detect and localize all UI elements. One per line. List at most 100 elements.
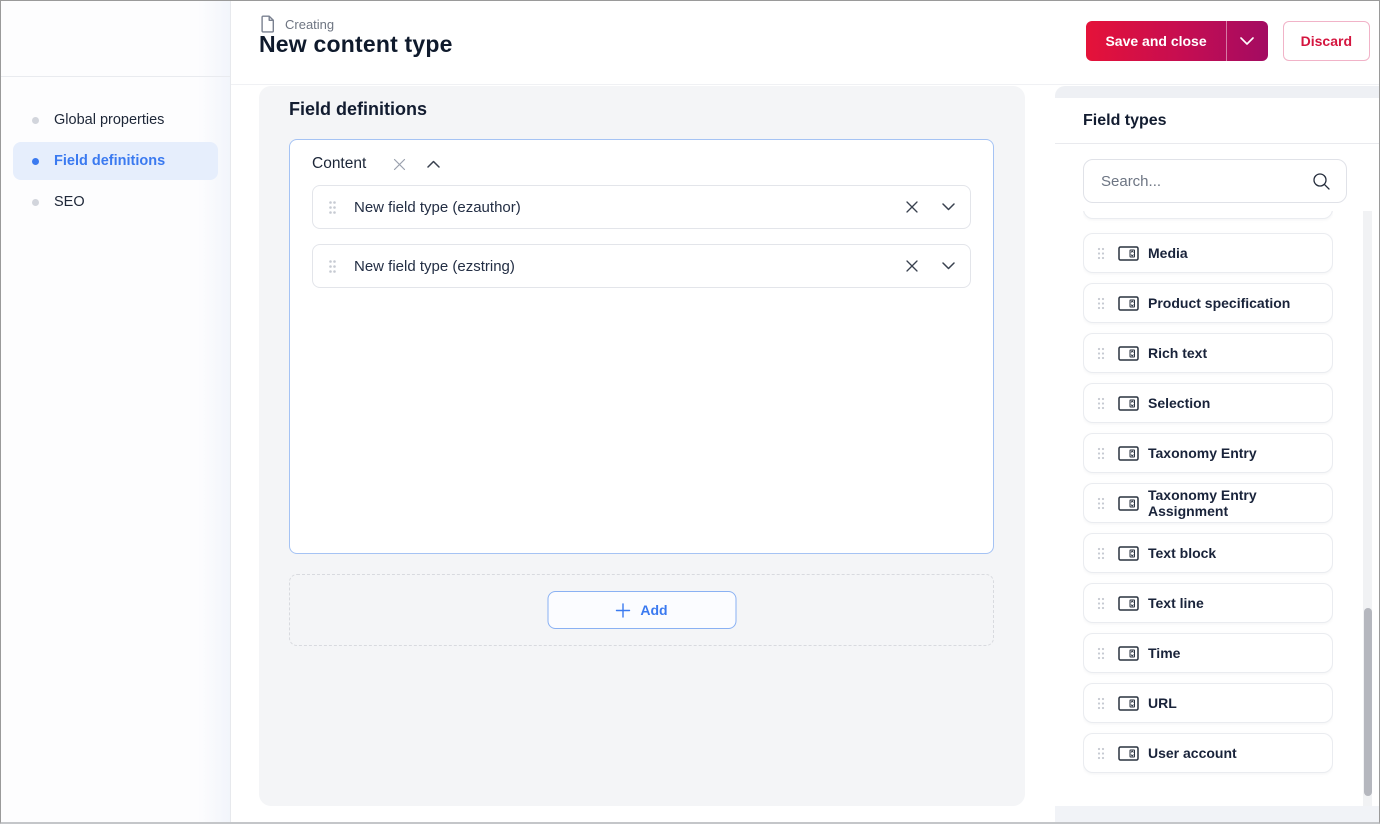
field-type-icon (1118, 595, 1139, 612)
field-type-label: URL (1148, 695, 1177, 711)
remove-group-button[interactable] (392, 157, 407, 172)
close-icon (906, 260, 918, 272)
drag-handle[interactable] (1097, 597, 1105, 610)
breadcrumb-label: Creating (285, 16, 335, 32)
add-button[interactable]: Add (547, 591, 736, 629)
discard-button[interactable]: Discard (1282, 21, 1370, 61)
sidebar-nav-item-label: Field definitions (54, 153, 166, 169)
drag-handle[interactable] (1097, 397, 1105, 410)
search-box (1083, 159, 1347, 203)
field-type-icon (1118, 295, 1139, 312)
drag-handle[interactable] (328, 200, 337, 215)
save-and-close-button[interactable]: Save and close (1086, 21, 1268, 61)
page-title: New content type (259, 31, 453, 57)
search-icon (1312, 172, 1331, 191)
group-name-label: Content (312, 155, 367, 172)
drag-handle-icon (1097, 397, 1105, 409)
field-types-panel: Field types Search... Media Product spec… (1055, 86, 1379, 806)
field-type-label: Text line (1148, 595, 1204, 611)
drag-handle-icon (1097, 447, 1105, 459)
drag-handle-icon (1097, 497, 1105, 509)
collapse-group-button[interactable] (427, 160, 441, 168)
bullet-dot-icon (32, 116, 39, 124)
page-header: Creating New content type Save and close… (231, 1, 1379, 85)
field-type-item[interactable]: Media (1083, 233, 1333, 273)
save-options-dropdown[interactable] (1227, 21, 1268, 61)
drag-handle[interactable] (1097, 297, 1105, 310)
bullet-dot-icon (32, 198, 39, 206)
add-group-dropzone: Add (289, 574, 994, 646)
drag-handle-icon (329, 200, 336, 214)
field-type-icon (1118, 245, 1139, 262)
field-type-label: Time (1148, 645, 1181, 661)
field-definition-label: New field type (ezauthor) (354, 198, 521, 216)
sidebar-nav-item[interactable]: SEO (13, 183, 218, 221)
field-definitions-panel: Field definitions Content New field type… (259, 86, 1025, 806)
chevron-down-icon (942, 262, 955, 270)
drag-handle[interactable] (1097, 497, 1105, 510)
field-type-item[interactable]: Rich text (1083, 333, 1333, 373)
drag-handle[interactable] (1097, 547, 1105, 560)
field-type-item[interactable]: Text block (1083, 533, 1333, 573)
field-type-label: Taxonomy Entry Assignment (1148, 487, 1257, 519)
expand-field-button[interactable] (942, 203, 955, 211)
field-type-item[interactable]: Time (1083, 633, 1333, 673)
field-type-label: Selection (1148, 395, 1211, 411)
field-definition-row[interactable]: New field type (ezauthor) (312, 185, 971, 229)
chevron-down-icon (1240, 37, 1254, 45)
sidebar-nav-item-label: SEO (54, 194, 85, 210)
field-type-item[interactable]: User account (1083, 733, 1333, 773)
field-type-item[interactable]: Product specification (1083, 283, 1333, 323)
sidebar-nav-item[interactable]: Global properties (13, 101, 218, 139)
field-type-icon (1118, 745, 1139, 762)
field-definition-list: New field type (ezauthor) New field type… (290, 185, 993, 288)
field-type-item[interactable]: Text line (1083, 583, 1333, 623)
sidebar-nav: Global properties Field definitions SEO (1, 77, 230, 221)
field-definition-row[interactable]: New field type (ezstring) (312, 244, 971, 288)
field-type-label: Media (1148, 245, 1188, 261)
sidebar-nav-item[interactable]: Field definitions (13, 142, 218, 180)
field-type-item[interactable]: Taxonomy Entry (1083, 433, 1333, 473)
field-type-label: User account (1148, 745, 1237, 761)
field-definition-label: New field type (ezstring) (354, 257, 515, 275)
drag-handle-icon (1097, 697, 1105, 709)
field-types-title: Field types (1055, 98, 1379, 144)
drag-handle[interactable] (1097, 447, 1105, 460)
remove-field-button[interactable] (904, 199, 920, 215)
field-type-item[interactable]: Taxonomy Entry Assignment (1083, 483, 1333, 523)
field-type-icon (1118, 645, 1139, 662)
drag-handle-icon (1097, 297, 1105, 309)
field-type-item-partial[interactable] (1083, 211, 1333, 219)
bullet-dot-icon (32, 157, 39, 165)
drag-handle-icon (329, 259, 336, 273)
drag-handle-icon (1097, 597, 1105, 609)
app-window: Global properties Field definitions SEO (0, 0, 1380, 824)
header-actions: Save and close Discard (1086, 21, 1370, 61)
sidebar-nav-item-label: Global properties (54, 112, 165, 128)
scrollbar-track[interactable] (1363, 211, 1372, 806)
field-type-label: Taxonomy Entry (1148, 445, 1257, 461)
drag-handle[interactable] (1097, 747, 1105, 760)
field-type-label: Product specification (1148, 295, 1291, 311)
search-input[interactable] (1084, 172, 1312, 190)
drag-handle[interactable] (328, 259, 337, 274)
drag-handle[interactable] (1097, 247, 1105, 260)
field-type-item[interactable]: Selection (1083, 383, 1333, 423)
sidebar-header-area (1, 1, 230, 77)
field-type-icon (1118, 445, 1139, 462)
drag-handle[interactable] (1097, 697, 1105, 710)
chevron-down-icon (942, 203, 955, 211)
expand-field-button[interactable] (942, 262, 955, 270)
drag-handle[interactable] (1097, 647, 1105, 660)
field-definitions-title: Field definitions (289, 99, 427, 119)
field-type-icon (1118, 545, 1139, 562)
save-and-close-label[interactable]: Save and close (1086, 21, 1225, 61)
field-type-item[interactable]: URL (1083, 683, 1333, 723)
chevron-up-icon (427, 160, 441, 168)
field-type-icon (1118, 345, 1139, 362)
scrollbar-thumb[interactable] (1363, 608, 1372, 796)
drag-handle[interactable] (1097, 347, 1105, 360)
close-icon (394, 158, 406, 170)
panel-bottom-strip (1055, 806, 1379, 822)
remove-field-button[interactable] (904, 258, 920, 274)
